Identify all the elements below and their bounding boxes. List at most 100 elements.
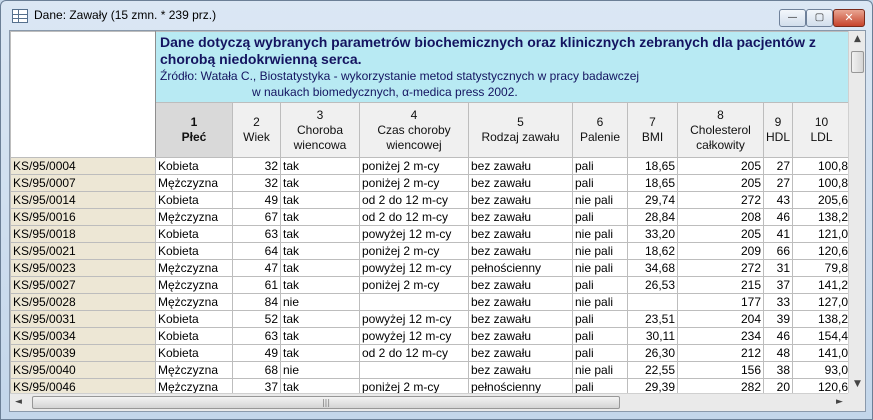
table-cell[interactable]: 272 — [677, 259, 764, 277]
table-cell[interactable]: 39 — [762, 310, 794, 328]
column-header[interactable]: 7 BMI — [627, 102, 678, 158]
table-cell[interactable]: 47 — [232, 259, 281, 277]
table-cell[interactable]: 61 — [232, 276, 281, 294]
column-header[interactable]: 8 Cholesterol całkowity — [677, 102, 764, 158]
table-cell[interactable]: 209 — [677, 242, 764, 260]
table-cell[interactable]: 66 — [762, 242, 794, 260]
table-cell[interactable]: tak — [280, 208, 360, 226]
table-cell[interactable] — [359, 361, 469, 379]
scroll-right-icon[interactable]: ► — [831, 394, 848, 411]
table-cell[interactable]: 100,8 — [792, 174, 852, 192]
vertical-scrollbar[interactable]: ▲ ▼ — [848, 31, 865, 393]
table-cell[interactable]: tak — [280, 310, 360, 328]
table-cell[interactable]: tak — [280, 327, 360, 345]
table-cell[interactable]: pali — [572, 310, 628, 328]
table-cell[interactable]: 23,51 — [627, 310, 678, 328]
table-cell[interactable]: powyżej 12 m-cy — [359, 225, 469, 243]
table-cell[interactable]: bez zawału — [468, 327, 573, 345]
table-cell[interactable]: tak — [280, 242, 360, 260]
table-cell[interactable]: Kobieta — [155, 191, 233, 209]
table-cell[interactable]: 138,2 — [792, 208, 852, 226]
horizontal-scrollbar[interactable]: ◄ ||| ► — [10, 393, 848, 411]
table-cell[interactable]: 156 — [677, 361, 764, 379]
table-cell[interactable]: tak — [280, 259, 360, 277]
table-cell[interactable]: od 2 do 12 m-cy — [359, 344, 469, 362]
table-cell[interactable]: pełnościenny — [468, 259, 573, 277]
table-cell[interactable]: 26,30 — [627, 344, 678, 362]
grid-corner[interactable] — [10, 31, 156, 158]
table-cell[interactable]: 49 — [232, 191, 281, 209]
close-button[interactable]: ✕ — [833, 9, 865, 27]
table-cell[interactable]: 272 — [677, 191, 764, 209]
table-cell[interactable]: powyżej 12 m-cy — [359, 310, 469, 328]
table-cell[interactable]: Mężczyzna — [155, 276, 233, 294]
table-cell[interactable]: Mężczyzna — [155, 208, 233, 226]
table-cell[interactable]: bez zawału — [468, 310, 573, 328]
row-header[interactable]: KS/95/0023 — [10, 259, 156, 277]
table-cell[interactable]: 33 — [762, 293, 794, 311]
column-header[interactable]: 4 Czas choroby wiencowej — [359, 102, 469, 158]
table-cell[interactable]: tak — [280, 344, 360, 362]
table-cell[interactable]: Mężczyzna — [155, 259, 233, 277]
table-cell[interactable]: 127,0 — [792, 293, 852, 311]
table-cell[interactable]: bez zawału — [468, 157, 573, 175]
table-cell[interactable]: 141,2 — [792, 276, 852, 294]
table-cell[interactable]: poniżej 2 m-cy — [359, 174, 469, 192]
table-cell[interactable]: poniżej 2 m-cy — [359, 242, 469, 260]
column-header[interactable]: 2 Wiek — [232, 102, 281, 158]
row-header[interactable]: KS/95/0018 — [10, 225, 156, 243]
table-cell[interactable]: powyżej 12 m-cy — [359, 259, 469, 277]
table-cell[interactable]: pali — [572, 208, 628, 226]
table-cell[interactable]: 205 — [677, 174, 764, 192]
table-cell[interactable]: 204 — [677, 310, 764, 328]
table-cell[interactable]: Mężczyzna — [155, 174, 233, 192]
table-cell[interactable]: tak — [280, 157, 360, 175]
table-cell[interactable]: tak — [280, 191, 360, 209]
table-cell[interactable]: 177 — [677, 293, 764, 311]
table-cell[interactable]: 93,0 — [792, 361, 852, 379]
table-cell[interactable]: nie pali — [572, 361, 628, 379]
table-cell[interactable]: nie pali — [572, 293, 628, 311]
table-cell[interactable]: 208 — [677, 208, 764, 226]
table-cell[interactable]: 34,68 — [627, 259, 678, 277]
table-cell[interactable]: bez zawału — [468, 225, 573, 243]
table-cell[interactable]: pali — [572, 344, 628, 362]
table-cell[interactable]: 141,0 — [792, 344, 852, 362]
table-cell[interactable]: tak — [280, 276, 360, 294]
table-cell[interactable]: 30,11 — [627, 327, 678, 345]
table-cell[interactable]: nie pali — [572, 191, 628, 209]
table-cell[interactable]: 63 — [232, 225, 281, 243]
table-cell[interactable]: Kobieta — [155, 344, 233, 362]
table-cell[interactable]: 215 — [677, 276, 764, 294]
table-cell[interactable]: powyżej 12 m-cy — [359, 327, 469, 345]
column-header[interactable]: 10 LDL — [792, 102, 852, 158]
table-cell[interactable]: nie — [280, 361, 360, 379]
table-cell[interactable]: bez zawału — [468, 293, 573, 311]
table-cell[interactable]: 49 — [232, 344, 281, 362]
table-cell[interactable] — [627, 293, 678, 311]
table-cell[interactable]: Kobieta — [155, 310, 233, 328]
table-cell[interactable] — [359, 293, 469, 311]
table-cell[interactable]: 67 — [232, 208, 281, 226]
table-cell[interactable]: 68 — [232, 361, 281, 379]
table-cell[interactable]: 38 — [762, 361, 794, 379]
row-header[interactable]: KS/95/0016 — [10, 208, 156, 226]
table-cell[interactable]: 31 — [762, 259, 794, 277]
table-cell[interactable]: od 2 do 12 m-cy — [359, 208, 469, 226]
table-cell[interactable]: Kobieta — [155, 157, 233, 175]
title-bar[interactable]: Dane: Zawały (15 zmn. * 239 prz.) — ▢ ✕ — [1, 1, 872, 30]
table-cell[interactable]: 46 — [762, 327, 794, 345]
row-header[interactable]: KS/95/0031 — [10, 310, 156, 328]
table-cell[interactable]: 154,4 — [792, 327, 852, 345]
table-cell[interactable]: 41 — [762, 225, 794, 243]
table-cell[interactable]: 26,53 — [627, 276, 678, 294]
table-cell[interactable]: 18,65 — [627, 174, 678, 192]
table-cell[interactable]: 64 — [232, 242, 281, 260]
column-header[interactable]: 1 Płeć — [155, 102, 233, 158]
table-cell[interactable]: 79,8 — [792, 259, 852, 277]
table-cell[interactable]: 18,65 — [627, 157, 678, 175]
row-header[interactable]: KS/95/0034 — [10, 327, 156, 345]
row-header[interactable]: KS/95/0028 — [10, 293, 156, 311]
column-header[interactable]: 3 Choroba wiencowa — [280, 102, 360, 158]
table-cell[interactable]: pali — [572, 276, 628, 294]
